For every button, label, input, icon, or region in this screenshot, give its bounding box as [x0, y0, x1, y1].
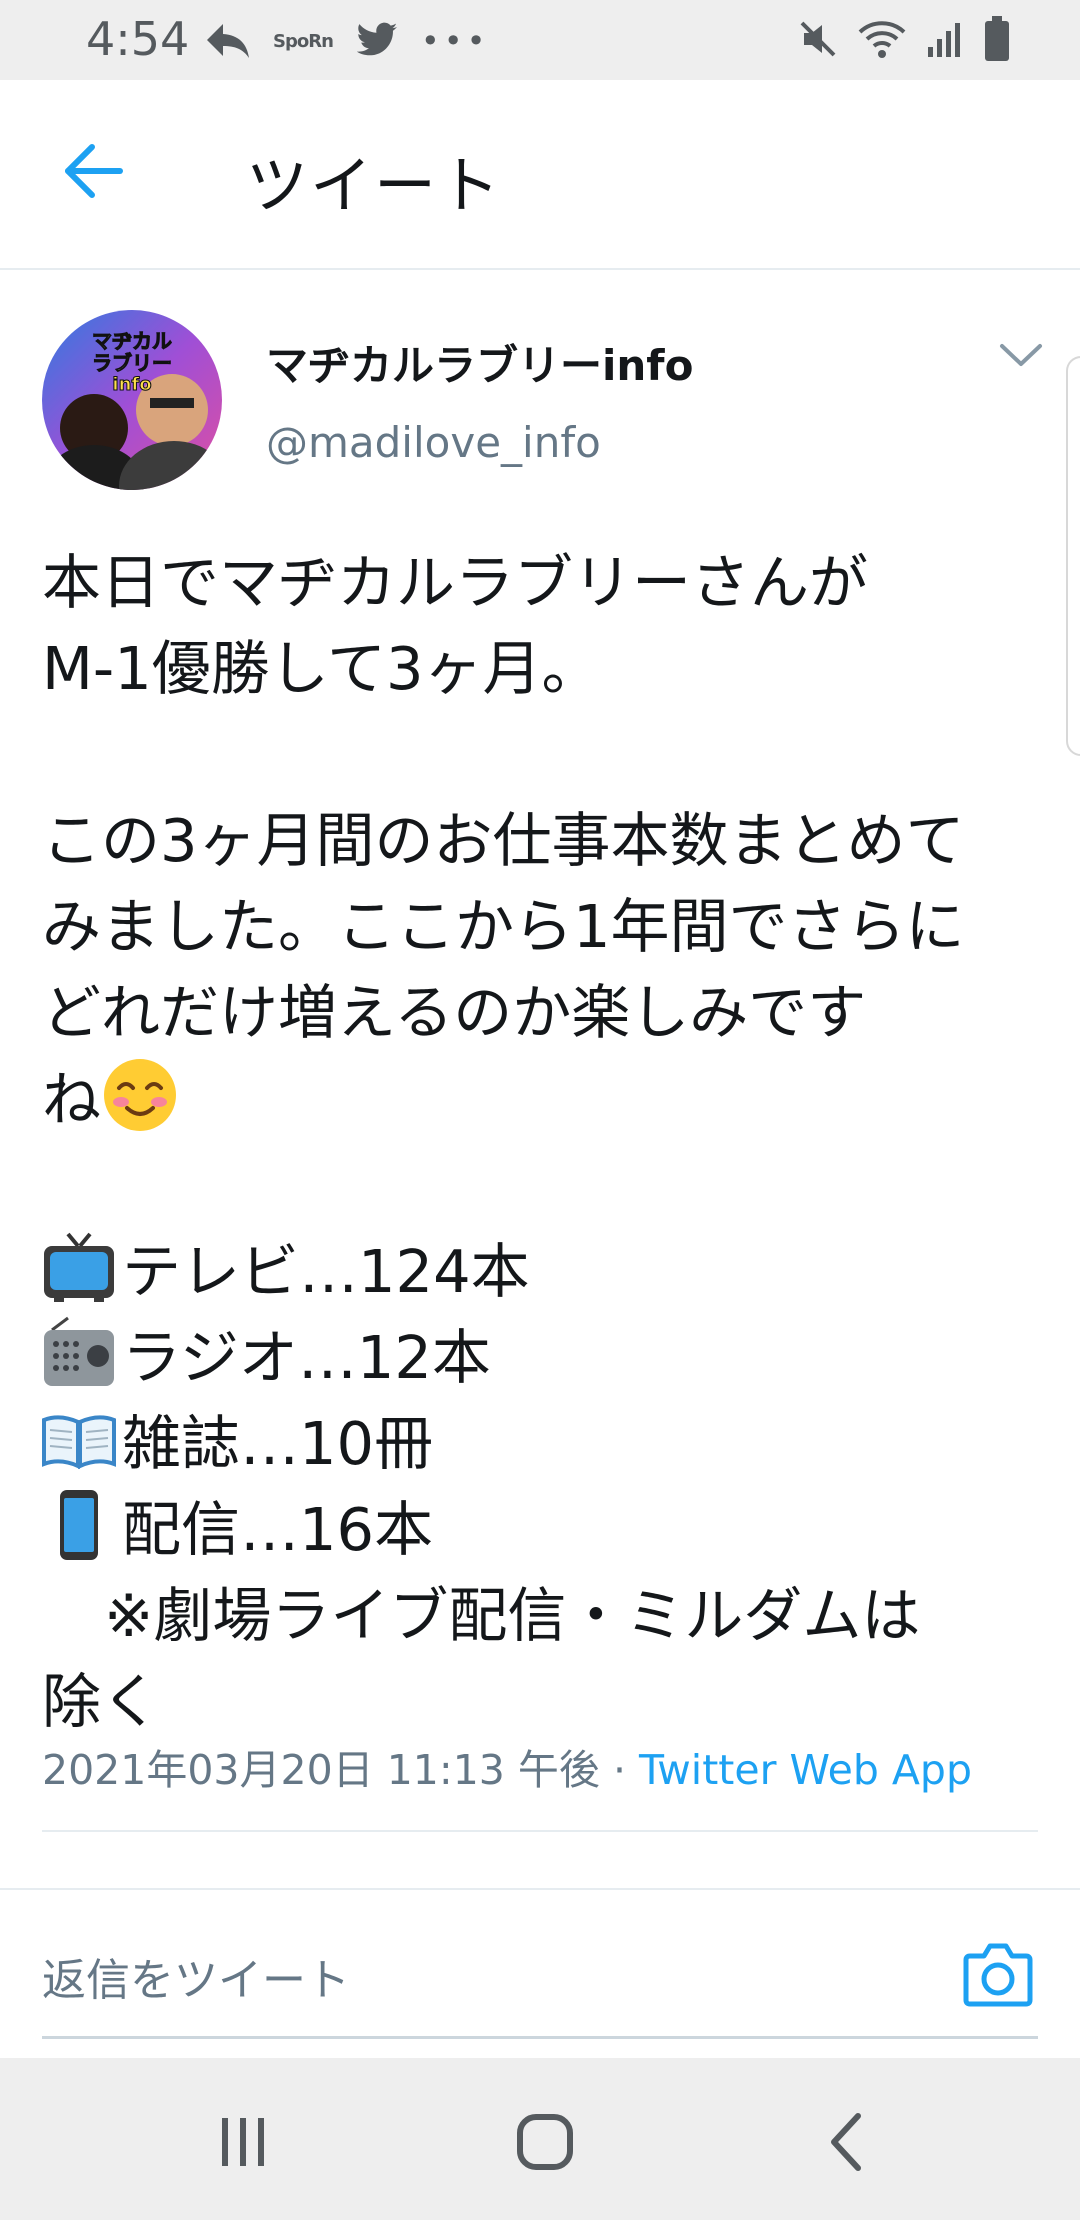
television-icon	[44, 1232, 114, 1302]
tweet-line-text: ね	[42, 1065, 102, 1134]
status-time: 4:54	[86, 12, 190, 66]
tweet-meta: 2021年03月20日 11:13 午後 · Twitter Web App	[42, 1736, 972, 1796]
tweet-line: ※劇場ライブ配信・ミルダムは	[104, 1581, 921, 1650]
mobile-phone-icon	[60, 1490, 98, 1560]
header-bar: ツイート	[0, 80, 1080, 270]
avatar-image: マヂカル ラブリー info	[44, 329, 222, 490]
svg-text:マヂカル: マヂカル	[92, 329, 172, 353]
back-icon[interactable]	[802, 2102, 892, 2182]
svg-text:ラブリー: ラブリー	[92, 351, 172, 375]
more-dots-icon: •••	[420, 22, 490, 60]
meta-separator: ·	[599, 1746, 640, 1794]
list-item: テレビ…124本	[42, 1229, 1052, 1315]
author-name[interactable]: マヂカルラブリーinfo	[266, 332, 693, 393]
smiling-face-emoji-icon	[104, 1059, 177, 1131]
status-bar: 4:54 SpoRn •••	[0, 0, 1080, 80]
reply-underline	[42, 2036, 1038, 2039]
scroll-indicator	[1066, 356, 1080, 756]
list-item-text: 配信…16本	[122, 1495, 434, 1564]
tweet-line: どれだけ増えるのか楽しみです	[42, 978, 867, 1047]
mute-icon	[800, 21, 836, 57]
page-title: ツイート	[246, 149, 503, 222]
tweet-line: みました。ここから1年間でさらに	[42, 892, 965, 961]
tweet-line: 本日でマヂカルラブリーさんが	[42, 548, 869, 617]
reply-input[interactable]: 返信をツイート	[42, 1944, 350, 2008]
list-item-text: 雑誌…10冊	[122, 1409, 434, 1478]
signal-icon	[928, 23, 960, 57]
list-item: ラジオ…12本	[42, 1315, 1052, 1401]
home-icon[interactable]	[500, 2102, 590, 2182]
author-handle[interactable]: @madilove_info	[266, 418, 601, 467]
list-item-text: ラジオ…12本	[122, 1323, 491, 1392]
camera-icon[interactable]	[962, 1940, 1034, 2008]
tweet-source-link[interactable]: Twitter Web App	[639, 1746, 972, 1794]
radio-icon	[44, 1316, 114, 1386]
back-arrow-icon[interactable]	[58, 135, 130, 207]
chevron-down-icon[interactable]	[998, 340, 1044, 370]
battery-icon	[985, 16, 1009, 61]
avatar[interactable]: マヂカル ラブリー info	[42, 310, 222, 490]
twitter-bird-icon	[356, 22, 398, 56]
reply-arrow-icon	[207, 24, 249, 58]
list-item: 配信…16本	[42, 1487, 1052, 1573]
open-book-icon	[42, 1415, 116, 1470]
list-item-text: テレビ…124本	[122, 1237, 530, 1306]
tweet-line: この3ヶ月間のお仕事本数まとめて	[42, 806, 965, 875]
tweet-timestamp[interactable]: 2021年03月20日 11:13 午後	[42, 1746, 600, 1794]
svg-text:info: info	[112, 374, 151, 395]
divider	[42, 1830, 1038, 1832]
divider	[0, 1888, 1080, 1890]
tweet-text: 本日でマヂカルラブリーさんが M-1優勝して3ヶ月。 この3ヶ月間のお仕事本数ま…	[42, 540, 1052, 1745]
sports-app-icon: SpoRn	[273, 30, 334, 52]
status-right-icons	[798, 14, 1010, 64]
tweet-line: ね	[42, 1056, 1052, 1143]
wifi-icon	[858, 21, 906, 58]
tweet-line: M-1優勝して3ヶ月。	[42, 634, 601, 703]
navigation-bar	[0, 2058, 1080, 2220]
list-item: 雑誌…10冊	[42, 1401, 1052, 1487]
tweet-line: 除く	[42, 1667, 161, 1736]
status-left-icons: SpoRn •••	[205, 16, 490, 66]
recent-apps-icon[interactable]	[198, 2102, 288, 2182]
